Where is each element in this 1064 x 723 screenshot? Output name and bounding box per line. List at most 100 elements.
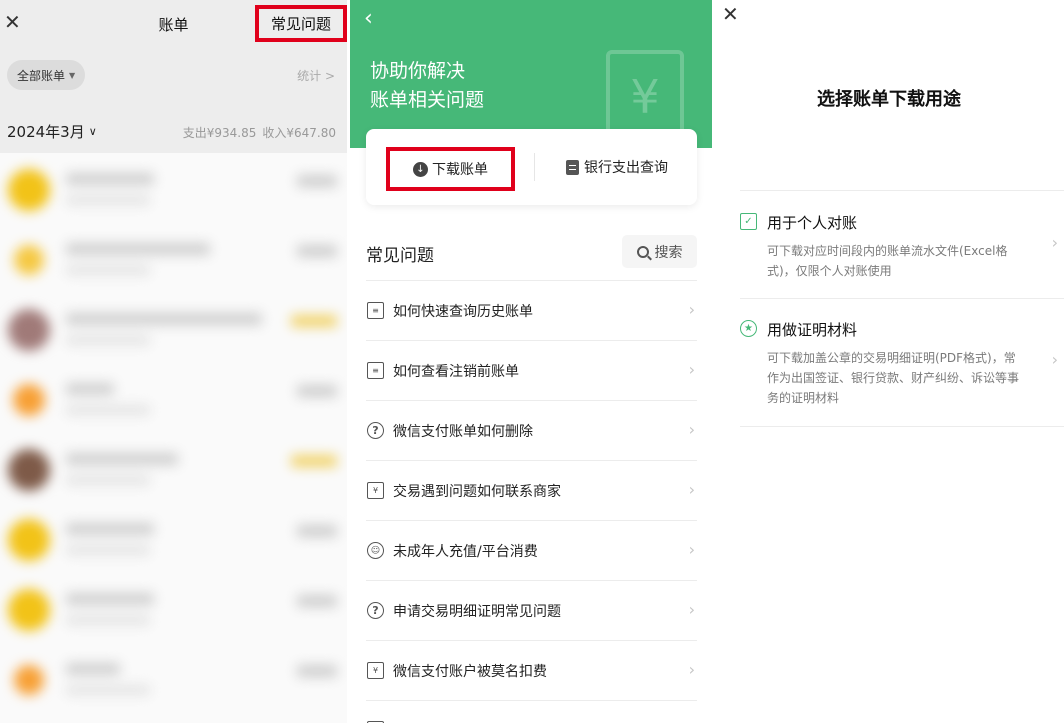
stats-link[interactable]: 统计 >	[297, 67, 335, 84]
faq-item[interactable]: ≡ 如何查看注销前账单 ›	[366, 340, 697, 400]
month-summary: 支出¥934.85 收入¥647.80	[177, 124, 336, 141]
bank-expense-query-button[interactable]: 银行支出查询	[566, 157, 668, 177]
avatar	[8, 519, 50, 561]
chevron-right-icon: ›	[688, 660, 695, 679]
expense-total: 支出¥934.85	[182, 126, 257, 140]
transaction-time	[66, 335, 150, 345]
document-icon	[566, 159, 579, 175]
transaction-row[interactable]: ▇▇▇▇▇▇▇▇▇▇▇▇	[0, 223, 347, 293]
caret-down-icon: ▼	[69, 70, 76, 80]
faq-item-text: 未成年人充值/平台消费	[393, 543, 538, 560]
transaction-time	[66, 685, 150, 695]
transaction-name: ▇▇▇▇▇▇▇▇	[66, 173, 154, 185]
transaction-row[interactable]: ▇▇▇▇▇▇▇▇	[0, 503, 347, 573]
option-title: 用做证明材料	[767, 321, 858, 339]
option-description: 可下载对应时间段内的账单流水文件(Excel格式)，仅限个人对账使用	[767, 244, 1008, 278]
proof-material-option[interactable]: ★ 用做证明材料 可下载加盖公章的交易明细证明(PDF格式)，常作为出国签证、银…	[740, 320, 1060, 410]
faq-item[interactable]: ? 微信支付账单如何删除 ›	[366, 400, 697, 460]
hero-banner: ‹ 协助你解决 账单相关问题 ¥	[350, 0, 712, 148]
star-badge-icon: ★	[740, 320, 757, 337]
search-label: 搜索	[654, 244, 683, 261]
help-circle-icon: ?	[367, 602, 384, 619]
close-icon[interactable]: ✕	[722, 4, 739, 24]
transaction-name: ▇▇▇▇▇▇▇▇▇▇	[66, 453, 178, 465]
faq-item[interactable]: ≡ 如何快速查询历史账单 ›	[366, 280, 697, 340]
chevron-right-icon: ›	[688, 540, 695, 559]
bank-query-label: 银行支出查询	[584, 160, 668, 176]
bill-list-screen: ✕ 账单 常见问题 全部账单 ▼ 统计 > 2024年3月 ∨ 支出¥934.8…	[0, 0, 347, 723]
download-icon: ↓	[413, 161, 428, 177]
document-icon: ≡	[367, 362, 384, 379]
income-total: 收入¥647.80	[262, 126, 336, 140]
spreadsheet-check-icon: ✓	[740, 213, 757, 230]
divider	[740, 426, 1064, 427]
transaction-name: ▇▇▇▇▇▇▇▇	[66, 523, 154, 535]
transaction-amount	[291, 455, 337, 467]
faq-item-text: 如何快速查询历史账单	[393, 303, 533, 320]
transaction-time	[66, 405, 150, 415]
document-icon: ≡	[367, 302, 384, 319]
faq-item-text: 微信支付账户被莫名扣费	[393, 663, 547, 680]
transaction-amount	[297, 595, 337, 607]
avatar	[14, 665, 44, 695]
hero-title: 协助你解决 账单相关问题	[370, 57, 484, 115]
page-title: 选择账单下载用途	[817, 89, 961, 110]
transaction-row[interactable]: ▇▇▇▇▇	[0, 643, 347, 713]
download-bill-label: 下载账单	[432, 162, 488, 178]
transaction-row[interactable]: ▇▇▇▇▇▇▇▇▇▇▇▇▇▇▇	[0, 293, 347, 363]
month-picker[interactable]: 2024年3月 ∨	[7, 121, 97, 142]
faq-link[interactable]: 常见问题	[255, 5, 347, 42]
divider	[534, 153, 535, 181]
personal-reconciliation-option[interactable]: ✓ 用于个人对账 可下载对应时间段内的账单流水文件(Excel格式)，仅限个人对…	[740, 213, 1060, 283]
faq-item[interactable]: ? 申请交易明细证明常见问题 ›	[366, 580, 697, 640]
avatar	[8, 449, 50, 491]
transaction-amount	[297, 385, 337, 397]
faq-item[interactable]: ☺ 未成年人充值/平台消费 ›	[366, 520, 697, 580]
download-purpose-screen: ✕ 选择账单下载用途 ✓ 用于个人对账 可下载对应时间段内的账单流水文件(Exc…	[714, 0, 1064, 723]
transaction-name: ▇▇▇▇▇	[66, 383, 114, 395]
divider	[740, 298, 1064, 299]
bill-help-screen: ‹ 协助你解决 账单相关问题 ¥ ↓ 下载账单 银行支出查询 常见问题 搜索 ≡…	[350, 0, 712, 723]
chevron-right-icon: ›	[688, 420, 695, 439]
transaction-time	[66, 195, 150, 205]
chevron-right-icon: ›	[1051, 233, 1058, 252]
faq-item[interactable]: ¥ 微信支付账户被莫名扣费 ›	[366, 640, 697, 700]
transaction-row[interactable]: ▇▇▇▇▇	[0, 363, 347, 433]
avatar	[8, 589, 50, 631]
transaction-amount	[297, 245, 337, 257]
transaction-time	[66, 545, 150, 555]
faq-list: ≡ 如何快速查询历史账单 › ≡ 如何查看注销前账单 › ? 微信支付账单如何删…	[366, 280, 697, 723]
transaction-amount	[291, 315, 337, 327]
faq-item-text: 如何查看注销前账单	[393, 363, 519, 380]
option-description: 可下载加盖公章的交易明细证明(PDF格式)，常作为出国签证、银行贷款、财产纠纷、…	[767, 351, 1020, 405]
chevron-right-icon: ›	[688, 300, 695, 319]
faq-item[interactable]: ¥ 交易遇到问题如何联系商家 ›	[366, 460, 697, 520]
action-card: ↓ 下载账单 银行支出查询	[366, 129, 697, 205]
faq-item-partial[interactable]: ≡	[366, 700, 697, 723]
faq-item-text: 微信支付账单如何删除	[393, 423, 533, 440]
avatar	[8, 169, 50, 211]
faq-item-text: 交易遇到问题如何联系商家	[393, 483, 561, 500]
bill-filter-dropdown[interactable]: 全部账单 ▼	[7, 60, 86, 90]
chevron-right-icon: ›	[1051, 350, 1058, 369]
search-button[interactable]: 搜索	[622, 235, 697, 268]
divider	[740, 190, 1064, 191]
transaction-name: ▇▇▇▇▇▇▇▇▇▇▇▇	[66, 243, 210, 255]
transaction-row[interactable]: ▇▇▇▇▇▇▇▇	[0, 153, 347, 223]
hero-title-line2: 账单相关问题	[370, 89, 485, 111]
help-circle-icon: ?	[367, 422, 384, 439]
avatar	[13, 384, 45, 416]
chevron-left-icon[interactable]: ‹	[364, 8, 373, 30]
transaction-time	[66, 615, 150, 625]
search-icon	[636, 245, 649, 258]
download-bill-button[interactable]: ↓ 下载账单	[386, 147, 515, 191]
transaction-amount	[297, 665, 337, 677]
transaction-list: ▇▇▇▇▇▇▇▇ ▇▇▇▇▇▇▇▇▇▇▇▇ ▇▇▇▇▇▇▇▇▇▇▇▇▇▇▇ ▇▇…	[0, 153, 347, 723]
avatar	[14, 245, 44, 275]
chevron-right-icon: ›	[688, 360, 695, 379]
transaction-name: ▇▇▇▇▇▇▇▇	[66, 593, 154, 605]
transaction-row[interactable]: ▇▇▇▇▇▇▇▇	[0, 573, 347, 643]
transaction-row[interactable]: ▇▇▇▇▇▇▇▇▇▇	[0, 433, 347, 503]
filter-label: 全部账单	[17, 68, 66, 83]
option-title: 用于个人对账	[767, 214, 858, 232]
